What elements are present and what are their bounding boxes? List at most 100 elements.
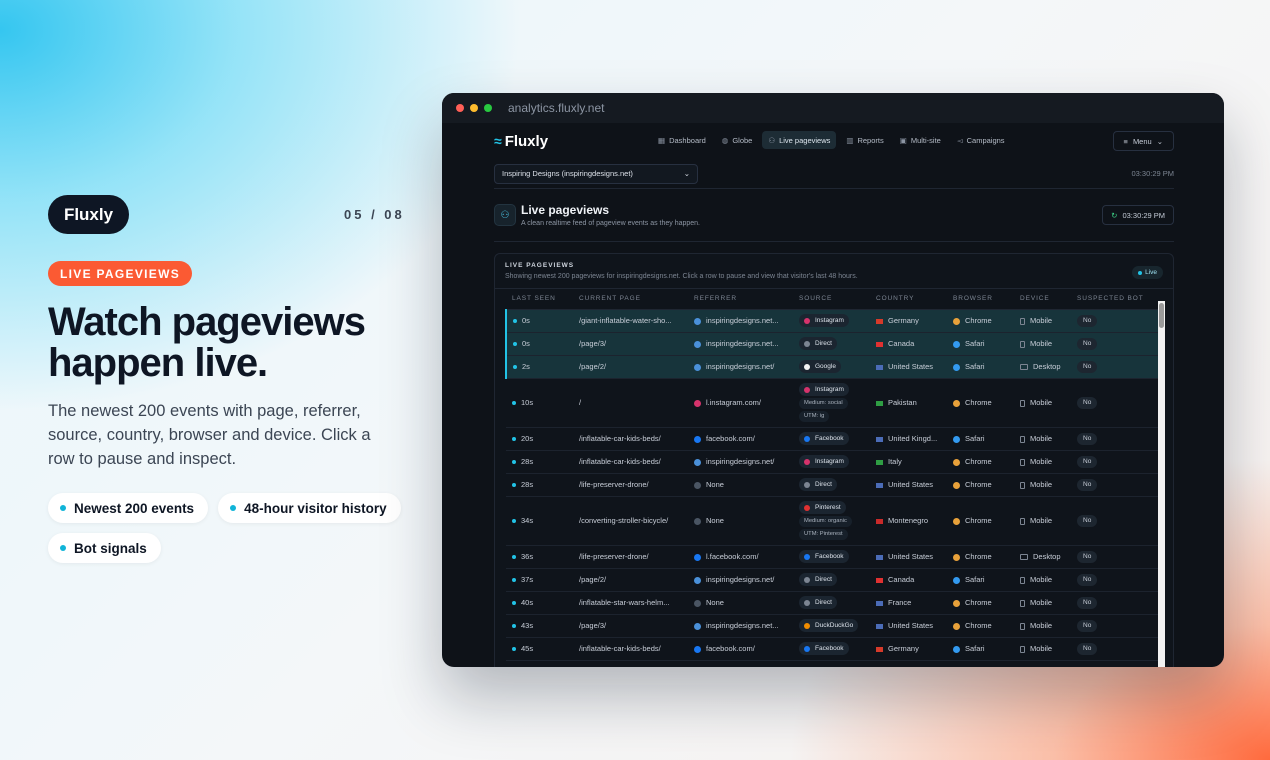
flag-icon xyxy=(876,646,883,652)
source-label: Instagram xyxy=(815,386,844,393)
mobile-icon xyxy=(1020,576,1025,584)
source-stack: Direct xyxy=(799,478,870,491)
globe-icon: ◍ xyxy=(721,135,729,145)
referrer-cell: inspiringdesigns.net... xyxy=(688,332,793,356)
current-page-cell: /inflatable-car-kids-beds/ xyxy=(573,427,688,451)
table-row[interactable]: 28s/inflatable-car-kids-beds/inspiringde… xyxy=(506,450,1158,474)
browser-icon xyxy=(953,458,960,466)
site-selector[interactable]: Inspiring Designs (inspiringdesigns.net)… xyxy=(494,163,698,184)
maximize-window-icon[interactable] xyxy=(484,104,492,112)
tab-multi-site[interactable]: ▣ Multi-site xyxy=(894,131,947,149)
current-page-cell: /page/3/ xyxy=(573,614,688,638)
source-label: Facebook xyxy=(815,435,844,442)
last-seen-value: 37s xyxy=(521,575,534,584)
country-value: Pakistan xyxy=(888,398,917,407)
device-cell: Mobile xyxy=(1014,473,1071,497)
bot-cell: No xyxy=(1071,637,1158,661)
table-row[interactable]: 10s / l.instagram.com/Instagram Medium: soc… xyxy=(506,378,1158,428)
bar-chart-icon: ▥ xyxy=(846,135,854,145)
tab-live-pageviews[interactable]: ⚇ Live pageviews xyxy=(762,131,837,149)
minimize-window-icon[interactable] xyxy=(470,104,478,112)
table-row[interactable]: 0s/giant-inflatable-water-sho... inspirin… xyxy=(505,309,1158,333)
table-row[interactable]: 36s/life-preserver-drone/l.facebook.com/… xyxy=(506,545,1158,569)
scrollbar[interactable] xyxy=(1158,301,1165,667)
browser-icon xyxy=(953,317,960,325)
last-seen-value: 28s xyxy=(521,457,534,466)
table-row[interactable]: 37s/page/2/inspiringdesigns.net/Direct Ca… xyxy=(506,568,1158,592)
tab-dashboard[interactable]: ▦ Dashboard xyxy=(652,131,712,149)
column-header[interactable]: REFERRER xyxy=(688,289,793,310)
bot-cell: No xyxy=(1071,473,1158,497)
browser-cell: Chrome xyxy=(947,614,1014,638)
device-cell: Mobile xyxy=(1014,591,1071,615)
referrer-icon xyxy=(694,399,701,407)
flag-icon xyxy=(876,400,883,406)
tab-reports[interactable]: ▥ Reports xyxy=(840,131,889,149)
bot-cell: No xyxy=(1071,614,1158,638)
app-logo[interactable]: ≈ Fluxly xyxy=(494,133,548,150)
source-badge: Direct xyxy=(799,596,837,609)
table-row[interactable]: 34s/converting-stroller-bicycle/None Pint… xyxy=(506,496,1158,546)
country-value: United States xyxy=(888,362,934,371)
flag-icon xyxy=(876,600,883,606)
referrer-cell: None xyxy=(688,591,793,615)
last-seen-value: 45s xyxy=(521,644,534,653)
source-icon xyxy=(804,386,810,393)
referrer-icon xyxy=(694,317,701,325)
table-row[interactable]: 2s/page/2/inspiringdesigns.net/Google Uni… xyxy=(505,355,1158,379)
source-icon xyxy=(804,645,810,652)
address-bar[interactable]: analytics.fluxly.net xyxy=(508,101,605,115)
browser-icon xyxy=(953,599,960,607)
close-window-icon[interactable] xyxy=(456,104,464,112)
browser-value: Chrome xyxy=(965,621,992,630)
panel-label: LIVE PAGEVIEWS xyxy=(505,262,575,269)
referrer-cell: facebook.com/ xyxy=(688,637,793,661)
browser-value: Safari xyxy=(965,339,985,348)
tab-globe[interactable]: ◍ Globe xyxy=(716,131,759,149)
country-value: United Kingd... xyxy=(888,434,938,443)
column-header[interactable]: CURRENT PAGE xyxy=(573,289,688,310)
current-page-cell: /life-preserver-drone/ xyxy=(573,545,688,569)
referrer-value: inspiringdesigns.net... xyxy=(706,339,779,348)
country-cell: Pakistan xyxy=(870,378,947,428)
scrollbar-thumb[interactable] xyxy=(1159,303,1164,328)
table-row[interactable]: 0s/page/3/inspiringdesigns.net... Direct C… xyxy=(505,332,1158,356)
table-row[interactable]: 40s/inflatable-star-wars-helm... None Dire… xyxy=(506,591,1158,615)
source-badge: Direct xyxy=(799,573,837,586)
source-stack: Pinterest Medium: organic UTM: Pinterest xyxy=(799,501,870,540)
source-label: DuckDuckGo xyxy=(815,622,854,629)
last-seen-cell: 45s xyxy=(506,637,573,661)
device-value: Mobile xyxy=(1030,398,1053,407)
last-seen-cell: 40s xyxy=(506,591,573,615)
table-row[interactable]: 20s/inflatable-car-kids-beds/facebook.co… xyxy=(506,427,1158,451)
source-stack: Instagram xyxy=(799,455,870,468)
current-page-cell: /inflatable-car-kids-beds/ xyxy=(573,450,688,474)
column-header[interactable]: COUNTRY xyxy=(870,289,947,310)
country-cell: United States xyxy=(870,355,947,379)
source-stack: Facebook xyxy=(799,642,870,655)
bot-cell: No xyxy=(1071,568,1158,592)
tab-campaigns[interactable]: ◅ Campaigns xyxy=(951,131,1011,149)
refresh-button[interactable]: ↻ 03:30:29 PM xyxy=(1102,205,1174,225)
menu-button[interactable]: ≡ Menu ⌄ xyxy=(1112,131,1174,151)
column-header[interactable]: LAST SEEN xyxy=(506,289,573,310)
column-header[interactable]: DEVICE xyxy=(1014,289,1071,310)
device-cell: Desktop xyxy=(1014,355,1071,379)
live-dot-icon xyxy=(1138,270,1143,275)
bot-cell: No xyxy=(1071,545,1158,569)
last-seen-cell: 2s xyxy=(505,355,573,379)
table-row[interactable]: 45s/inflatable-car-kids-beds/facebook.co… xyxy=(506,637,1158,661)
source-badge: Facebook xyxy=(799,432,849,445)
device-cell: Mobile xyxy=(1014,450,1071,474)
column-header[interactable]: SOURCE xyxy=(793,289,870,310)
column-header[interactable]: SUSPECTED BOT xyxy=(1071,289,1158,310)
browser-value: Chrome xyxy=(965,398,992,407)
table-row[interactable]: 43s/page/3/inspiringdesigns.net... DuckDu… xyxy=(506,614,1158,638)
country-value: Canada xyxy=(888,575,915,584)
column-header[interactable]: BROWSER xyxy=(947,289,1014,310)
table-row[interactable]: 28s/life-preserver-drone/None Direct Unite… xyxy=(506,473,1158,497)
bullet-dot-icon xyxy=(230,505,237,511)
referrer-cell: None xyxy=(688,473,793,497)
table-header-row: LAST SEEN CURRENT PAGE REFERRER SOURCE C… xyxy=(506,289,1158,310)
source-icon xyxy=(804,340,810,347)
